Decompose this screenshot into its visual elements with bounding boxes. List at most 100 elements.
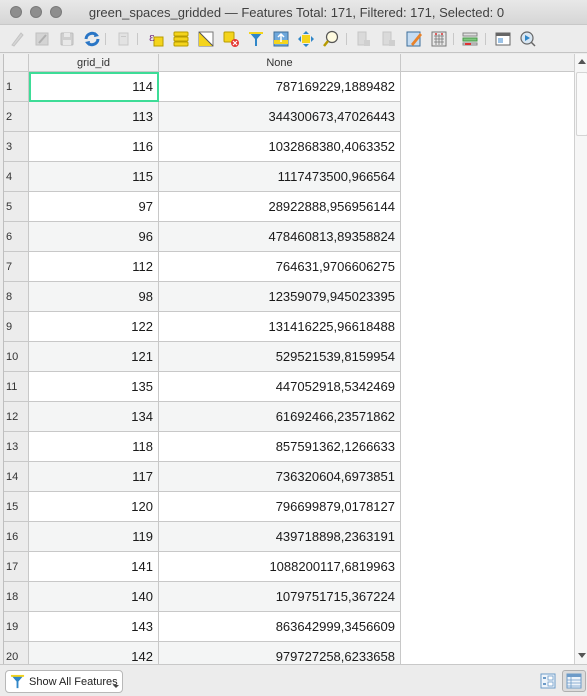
table-row[interactable]: 20 142 979727258,6233658 <box>4 642 401 664</box>
cell-grid-id[interactable]: 134 <box>29 402 159 432</box>
row-number-header[interactable]: 12 <box>4 402 29 432</box>
toggle-multi-edit-button[interactable] <box>32 29 52 49</box>
cell-grid-id[interactable]: 118 <box>29 432 159 462</box>
table-row[interactable]: 11 135 447052918,5342469 <box>4 372 401 402</box>
row-number-header[interactable]: 13 <box>4 432 29 462</box>
cell-none[interactable]: 439718898,2363191 <box>159 522 401 552</box>
form-view-button[interactable] <box>538 671 558 691</box>
table-row[interactable]: 12 134 61692466,23571862 <box>4 402 401 432</box>
row-number-header[interactable]: 18 <box>4 582 29 612</box>
table-row[interactable]: 16 119 439718898,2363191 <box>4 522 401 552</box>
table-row[interactable]: 3 116 1032868380,4063352 <box>4 132 401 162</box>
cell-none[interactable]: 478460813,89358824 <box>159 222 401 252</box>
move-selection-top-button[interactable] <box>271 29 291 49</box>
show-features-filter-button[interactable]: Show All Features <box>5 670 123 693</box>
cell-none[interactable]: 1088200117,6819963 <box>159 552 401 582</box>
row-number-header[interactable]: 19 <box>4 612 29 642</box>
cell-grid-id[interactable]: 112 <box>29 252 159 282</box>
table-row[interactable]: 15 120 796699879,0178127 <box>4 492 401 522</box>
row-number-header[interactable]: 16 <box>4 522 29 552</box>
cell-none[interactable]: 736320604,6973851 <box>159 462 401 492</box>
row-number-header[interactable]: 3 <box>4 132 29 162</box>
table-view-button[interactable] <box>562 670 586 692</box>
paste-features-button[interactable] <box>379 29 399 49</box>
cell-grid-id[interactable]: 96 <box>29 222 159 252</box>
cell-grid-id[interactable]: 119 <box>29 522 159 552</box>
row-number-header[interactable]: 20 <box>4 642 29 664</box>
toggle-editing-button[interactable] <box>7 29 27 49</box>
table-row[interactable]: 18 140 1079751715,367224 <box>4 582 401 612</box>
cell-grid-id[interactable]: 120 <box>29 492 159 522</box>
table-row[interactable]: 8 98 12359079,945023395 <box>4 282 401 312</box>
cell-grid-id[interactable]: 114 <box>29 72 159 102</box>
scroll-up-arrow[interactable] <box>578 59 586 64</box>
column-header-grid-id[interactable]: grid_id <box>29 54 159 72</box>
scroll-down-arrow[interactable] <box>578 653 586 658</box>
vertical-scrollbar[interactable] <box>574 54 587 664</box>
scrollbar-thumb[interactable] <box>576 72 587 136</box>
reload-table-button[interactable] <box>82 29 102 49</box>
table-row[interactable]: 6 96 478460813,89358824 <box>4 222 401 252</box>
cell-none[interactable]: 863642999,3456609 <box>159 612 401 642</box>
corner-header[interactable] <box>4 54 29 72</box>
cell-grid-id[interactable]: 113 <box>29 102 159 132</box>
table-row[interactable]: 9 122 131416225,96618488 <box>4 312 401 342</box>
cell-grid-id[interactable]: 142 <box>29 642 159 664</box>
pan-to-selected-button[interactable] <box>296 29 316 49</box>
table-row[interactable]: 10 121 529521539,8159954 <box>4 342 401 372</box>
table-row[interactable]: 19 143 863642999,3456609 <box>4 612 401 642</box>
cell-none[interactable]: 344300673,47026443 <box>159 102 401 132</box>
cell-grid-id[interactable]: 140 <box>29 582 159 612</box>
zoom-to-selected-button[interactable] <box>321 29 341 49</box>
cell-none[interactable]: 857591362,1266633 <box>159 432 401 462</box>
table-row[interactable]: 4 115 1117473500,966564 <box>4 162 401 192</box>
save-edits-button[interactable] <box>57 29 77 49</box>
table-row[interactable]: 1 114 787169229,1889482 <box>4 72 401 102</box>
row-number-header[interactable]: 11 <box>4 372 29 402</box>
cell-grid-id[interactable]: 135 <box>29 372 159 402</box>
cell-grid-id[interactable]: 116 <box>29 132 159 162</box>
cell-none[interactable]: 764631,9706606275 <box>159 252 401 282</box>
cell-none[interactable]: 529521539,8159954 <box>159 342 401 372</box>
table-row[interactable]: 17 141 1088200117,6819963 <box>4 552 401 582</box>
row-number-header[interactable]: 2 <box>4 102 29 132</box>
table-row[interactable]: 14 117 736320604,6973851 <box>4 462 401 492</box>
cell-none[interactable]: 61692466,23571862 <box>159 402 401 432</box>
cell-none[interactable]: 1117473500,966564 <box>159 162 401 192</box>
field-calculator-button[interactable] <box>429 29 449 49</box>
cell-none[interactable]: 12359079,945023395 <box>159 282 401 312</box>
table-row[interactable]: 2 113 344300673,47026443 <box>4 102 401 132</box>
cell-grid-id[interactable]: 121 <box>29 342 159 372</box>
cell-none[interactable]: 447052918,5342469 <box>159 372 401 402</box>
conditional-formatting-button[interactable] <box>460 29 480 49</box>
cell-none[interactable]: 796699879,0178127 <box>159 492 401 522</box>
dock-window-button[interactable] <box>493 29 513 49</box>
cell-grid-id[interactable]: 115 <box>29 162 159 192</box>
invert-selection-button[interactable] <box>196 29 216 49</box>
select-by-expression-button[interactable]: ε <box>146 29 166 49</box>
cell-none[interactable]: 28922888,956956144 <box>159 192 401 222</box>
table-row[interactable]: 5 97 28922888,956956144 <box>4 192 401 222</box>
row-number-header[interactable]: 6 <box>4 222 29 252</box>
filter-select-button[interactable] <box>246 29 266 49</box>
row-number-header[interactable]: 15 <box>4 492 29 522</box>
row-number-header[interactable]: 8 <box>4 282 29 312</box>
copy-rows-button[interactable] <box>354 29 374 49</box>
cell-none[interactable]: 1079751715,367224 <box>159 582 401 612</box>
row-number-header[interactable]: 4 <box>4 162 29 192</box>
cell-grid-id[interactable]: 97 <box>29 192 159 222</box>
cell-none[interactable]: 787169229,1889482 <box>159 72 401 102</box>
cell-none[interactable]: 131416225,96618488 <box>159 312 401 342</box>
row-number-header[interactable]: 9 <box>4 312 29 342</box>
cell-grid-id[interactable]: 117 <box>29 462 159 492</box>
actions-button[interactable] <box>518 29 538 49</box>
select-all-button[interactable] <box>171 29 191 49</box>
row-number-header[interactable]: 14 <box>4 462 29 492</box>
cell-grid-id[interactable]: 122 <box>29 312 159 342</box>
table-row[interactable]: 7 112 764631,9706606275 <box>4 252 401 282</box>
cell-grid-id[interactable]: 143 <box>29 612 159 642</box>
cell-none[interactable]: 1032868380,4063352 <box>159 132 401 162</box>
column-header-none[interactable]: None <box>159 54 401 72</box>
deselect-all-button[interactable] <box>221 29 241 49</box>
cell-grid-id[interactable]: 98 <box>29 282 159 312</box>
